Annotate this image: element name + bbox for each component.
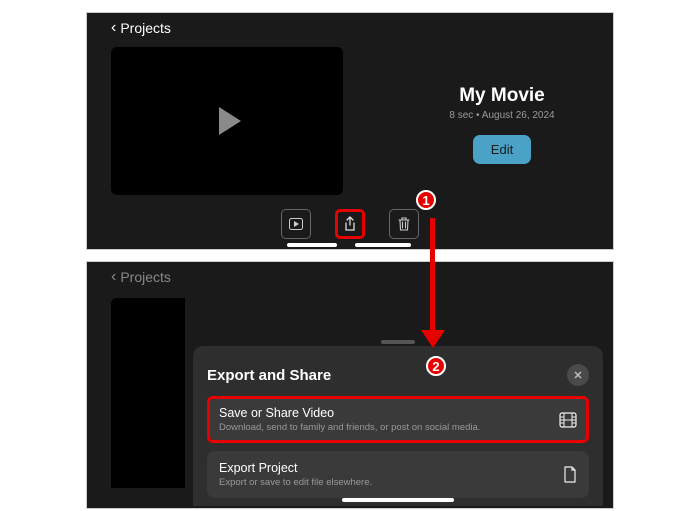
sheet-title: Export and Share [207,367,331,384]
document-icon [563,466,577,484]
home-indicator [342,498,454,502]
home-indicator [355,243,411,247]
share-icon [343,216,357,232]
chevron-left-icon: ‹ [111,268,116,286]
close-icon: ✕ [573,369,582,382]
share-button[interactable] [335,209,365,239]
sheet-item-title: Export Project [219,461,553,475]
play-rect-icon [289,218,303,230]
sheet-handle[interactable] [381,340,415,344]
save-or-share-video-item[interactable]: Save or Share Video Download, send to fa… [207,396,589,443]
play-icon [219,107,241,135]
video-preview[interactable] [111,47,343,195]
back-to-projects[interactable]: ‹ Projects [111,268,171,286]
export-share-sheet: Export and Share ✕ Save or Share Video D… [193,346,603,506]
sheet-item-title: Save or Share Video [219,406,549,420]
nav-back-label: Projects [120,269,171,285]
callout-step-1: 1 [416,190,436,210]
film-icon [559,412,577,428]
sheet-item-subtitle: Download, send to family and friends, or… [219,422,549,433]
project-info: My Movie 8 sec • August 26, 2024 Edit [407,85,597,164]
export-project-item[interactable]: Export Project Export or save to edit fi… [207,451,589,498]
annotation-arrow-head [421,330,445,348]
project-title: My Movie [407,85,597,107]
delete-button[interactable] [389,209,419,239]
video-preview-dim [111,298,185,488]
sheet-item-subtitle: Export or save to edit file elsewhere. [219,477,553,488]
trash-icon [397,216,411,232]
edit-button[interactable]: Edit [473,135,531,164]
chevron-left-icon: ‹ [111,19,116,37]
close-sheet-button[interactable]: ✕ [567,364,589,386]
project-detail-screen: ‹ Projects My Movie 8 sec • August 26, 2… [86,12,614,250]
annotation-arrow [430,218,435,334]
nav-back-label: Projects [120,20,171,36]
project-meta: 8 sec • August 26, 2024 [407,110,597,121]
play-video-button[interactable] [281,209,311,239]
home-indicator [287,243,337,247]
back-to-projects[interactable]: ‹ Projects [111,19,171,37]
export-share-screen: ‹ Projects Export and Share ✕ Save or Sh… [86,261,614,509]
callout-step-2: 2 [426,356,446,376]
project-toolbar [87,209,613,239]
